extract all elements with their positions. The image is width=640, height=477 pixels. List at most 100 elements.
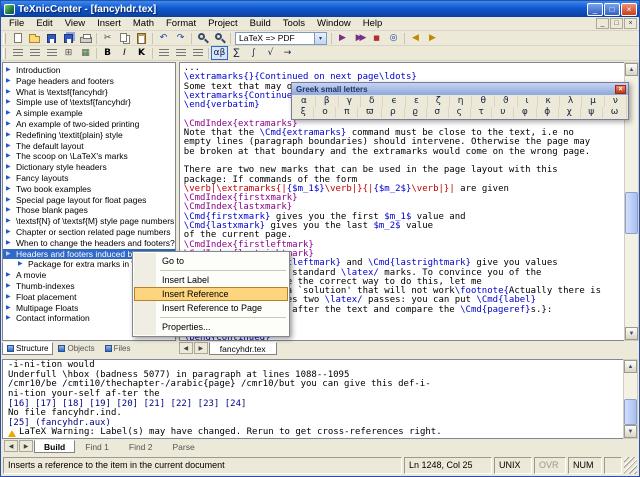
palette-close-button[interactable]: ×: [615, 85, 626, 94]
align-right[interactable]: [189, 46, 206, 60]
greek-letter-button[interactable]: π: [336, 107, 358, 118]
toolbar-grip[interactable]: [3, 33, 6, 44]
menu-math[interactable]: Math: [127, 17, 160, 30]
greek-letter-button[interactable]: σ: [427, 107, 449, 118]
tree-item[interactable]: ▶Fancy layouts: [3, 173, 175, 184]
greek-letter-button[interactable]: ι: [518, 96, 538, 107]
tree-item[interactable]: ▶Redefining \textit{plain} style: [3, 130, 175, 141]
document-tab-fancyhdr[interactable]: fancyhdr.tex: [209, 342, 277, 355]
menu-format[interactable]: Format: [160, 17, 202, 30]
tree-item[interactable]: ▶\textsf{N} of \textsf{M} style page num…: [3, 216, 175, 227]
tree-item[interactable]: ▶Chapter or section related page numbers: [3, 227, 175, 238]
small-caps[interactable]: K: [133, 46, 150, 60]
greek-letter-button[interactable]: ε: [406, 96, 428, 107]
greek-letter-button[interactable]: ψ: [581, 107, 603, 118]
output-scrollbar-thumb[interactable]: [624, 399, 637, 425]
close-button[interactable]: ×: [621, 3, 637, 16]
greek-letter-button[interactable]: γ: [339, 96, 361, 107]
greek-letter-button[interactable]: ο: [314, 107, 336, 118]
paste[interactable]: [133, 31, 150, 45]
minimize-button[interactable]: _: [587, 3, 603, 16]
tree-item[interactable]: ▶Introduction: [3, 65, 175, 76]
output-tab-build[interactable]: Build: [34, 440, 75, 453]
context-menu-item-insert-reference[interactable]: Insert Reference: [134, 287, 288, 301]
save-all[interactable]: [60, 31, 77, 45]
maximize-button[interactable]: □: [604, 3, 620, 16]
build-project[interactable]: ▶▶: [351, 31, 368, 45]
greek-letter-button[interactable]: τ: [471, 107, 493, 118]
greek-letter-button[interactable]: ϖ: [358, 107, 382, 118]
menu-file[interactable]: File: [3, 17, 30, 30]
greek-letter-button[interactable]: β: [316, 96, 339, 107]
tree-item[interactable]: ▶The scoop on \LaTeX's marks: [3, 151, 175, 162]
output-tab-find-2[interactable]: Find 2: [119, 440, 163, 453]
find[interactable]: [194, 31, 211, 45]
tree-item[interactable]: ▶What is \textsf{fancyhdr}: [3, 87, 175, 98]
greek-letter-button[interactable]: ϵ: [383, 96, 406, 107]
tree-item[interactable]: ▶An example of two-sided printing: [3, 119, 175, 130]
greek-letter-button[interactable]: η: [450, 96, 473, 107]
undo[interactable]: ↶: [155, 31, 172, 45]
previous-error[interactable]: ◀: [407, 31, 424, 45]
tree-item[interactable]: ▶Special page layout for float pages: [3, 195, 175, 206]
mdi-close-button[interactable]: ×: [624, 18, 637, 29]
output-tab-scroll-left-button[interactable]: ◀: [4, 440, 18, 452]
mdi-minimize-button[interactable]: _: [596, 18, 609, 29]
tree-item[interactable]: ▶Those blank pages: [3, 205, 175, 216]
menu-build[interactable]: Build: [244, 17, 277, 30]
cut[interactable]: ✂: [99, 31, 116, 45]
tree-item[interactable]: ▶Simple use of \textsf{fancyhdr}: [3, 97, 175, 108]
build-current-file[interactable]: ▶: [334, 31, 351, 45]
panel-tab-structure[interactable]: Structure: [2, 342, 53, 355]
save-file[interactable]: [43, 31, 60, 45]
dropdown-arrow-icon[interactable]: ▾: [314, 33, 326, 44]
menu-insert[interactable]: Insert: [91, 17, 127, 30]
mdi-restore-button[interactable]: □: [610, 18, 623, 29]
print[interactable]: [77, 31, 94, 45]
greek-letter-button[interactable]: ζ: [428, 96, 450, 107]
view-output[interactable]: ◎: [385, 31, 402, 45]
math-greek-letters[interactable]: αβ: [211, 46, 228, 60]
greek-letter-button[interactable]: θ: [472, 96, 495, 107]
resize-grip[interactable]: [624, 457, 637, 474]
tab-scroll-right-button[interactable]: ▶: [194, 342, 208, 354]
greek-letter-button[interactable]: ν: [605, 96, 627, 107]
math-sum[interactable]: ∑: [228, 46, 245, 60]
greek-letter-button[interactable]: χ: [559, 107, 581, 118]
math-integral[interactable]: ∫: [245, 46, 262, 60]
context-menu-item-insert-label[interactable]: Insert Label: [134, 273, 288, 287]
new-document[interactable]: [9, 31, 26, 45]
redo[interactable]: ↷: [172, 31, 189, 45]
stop-build[interactable]: ■: [368, 31, 385, 45]
greek-letter-button[interactable]: ρ: [382, 107, 404, 118]
toolbar-grip[interactable]: [3, 48, 6, 59]
greek-letter-button[interactable]: ϑ: [495, 96, 518, 107]
menu-view[interactable]: View: [59, 17, 91, 30]
copy[interactable]: [116, 31, 133, 45]
align-center[interactable]: [172, 46, 189, 60]
context-menu-item-properties[interactable]: Properties...: [134, 320, 288, 334]
output-scrollbar-track[interactable]: [624, 373, 637, 425]
greek-letter-button[interactable]: μ: [582, 96, 605, 107]
insert-enumerate-list[interactable]: [26, 46, 43, 60]
insert-image[interactable]: ▦: [77, 46, 94, 60]
menu-window[interactable]: Window: [311, 17, 357, 30]
math-arrow[interactable]: →: [279, 46, 296, 60]
tree-item[interactable]: ▶When to change the headers and footers?: [3, 238, 175, 249]
greek-letter-button[interactable]: φ: [514, 107, 536, 118]
greek-letter-button[interactable]: λ: [560, 96, 582, 107]
greek-letter-button[interactable]: ω: [603, 107, 627, 118]
align-left[interactable]: [155, 46, 172, 60]
find-in-files[interactable]: [211, 31, 228, 45]
next-error[interactable]: ▶: [424, 31, 441, 45]
output-scroll-up-button[interactable]: ▲: [624, 360, 637, 373]
bold[interactable]: B: [99, 46, 116, 60]
greek-letter-button[interactable]: ϕ: [537, 107, 559, 118]
scroll-up-button[interactable]: ▲: [625, 63, 638, 76]
output-tab-scroll-right-button[interactable]: ▶: [19, 440, 33, 452]
tree-item[interactable]: ▶Page headers and footers: [3, 76, 175, 87]
output-profile-select[interactable]: LaTeX => PDF▾: [235, 32, 327, 45]
tab-scroll-left-button[interactable]: ◀: [179, 342, 193, 354]
greek-letter-button[interactable]: ϱ: [405, 107, 427, 118]
editor-scrollbar-thumb[interactable]: [625, 192, 638, 234]
